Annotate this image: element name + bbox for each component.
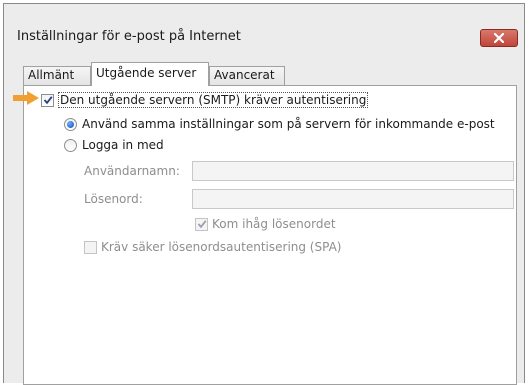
tab-advanced[interactable]: Avancerat [209, 66, 285, 85]
checkmark-icon [43, 96, 53, 105]
username-input[interactable] [192, 161, 514, 181]
use-same-settings-radio[interactable] [64, 117, 77, 131]
title-bar: Inställningar för e-post på Internet [4, 4, 524, 52]
close-icon [494, 33, 504, 43]
window-title: Inställningar för e-post på Internet [17, 29, 241, 44]
password-label: Lösenord: [84, 192, 143, 206]
tab-outgoing-server-label: Utgående server [96, 66, 197, 80]
spa-row[interactable]: Kräv säker lösenordsautentisering (SPA) [84, 240, 341, 254]
smtp-auth-label: Den utgående servern (SMTP) kräver auten… [58, 92, 369, 108]
tab-outgoing-server[interactable]: Utgående server [91, 62, 209, 86]
tab-advanced-label: Avancerat [214, 68, 275, 82]
spa-checkbox[interactable] [84, 240, 97, 254]
remember-password-checkbox[interactable] [195, 217, 208, 231]
use-same-settings-label: Använd samma inställningar som på server… [82, 117, 495, 131]
log-on-using-radio[interactable] [64, 138, 77, 152]
remember-password-row[interactable]: Kom ihåg lösenordet [195, 217, 336, 231]
smtp-auth-row[interactable]: Den utgående servern (SMTP) kräver auten… [41, 92, 369, 108]
close-button[interactable] [480, 29, 518, 47]
log-on-using-label: Logga in med [82, 138, 164, 152]
radio-selected-icon [67, 120, 74, 128]
use-same-settings-option[interactable]: Använd samma inställningar som på server… [64, 117, 495, 131]
tab-general[interactable]: Allmänt [23, 66, 91, 85]
username-label: Användarnamn: [84, 164, 180, 178]
remember-password-label: Kom ihåg lösenordet [212, 217, 336, 231]
tab-general-label: Allmänt [28, 68, 75, 82]
password-input[interactable] [192, 189, 514, 209]
smtp-auth-checkbox[interactable] [41, 93, 54, 107]
log-on-using-option[interactable]: Logga in med [64, 138, 164, 152]
checkmark-icon [197, 220, 207, 229]
pointer-arrow-icon [13, 91, 39, 105]
spa-label: Kräv säker lösenordsautentisering (SPA) [101, 240, 342, 254]
